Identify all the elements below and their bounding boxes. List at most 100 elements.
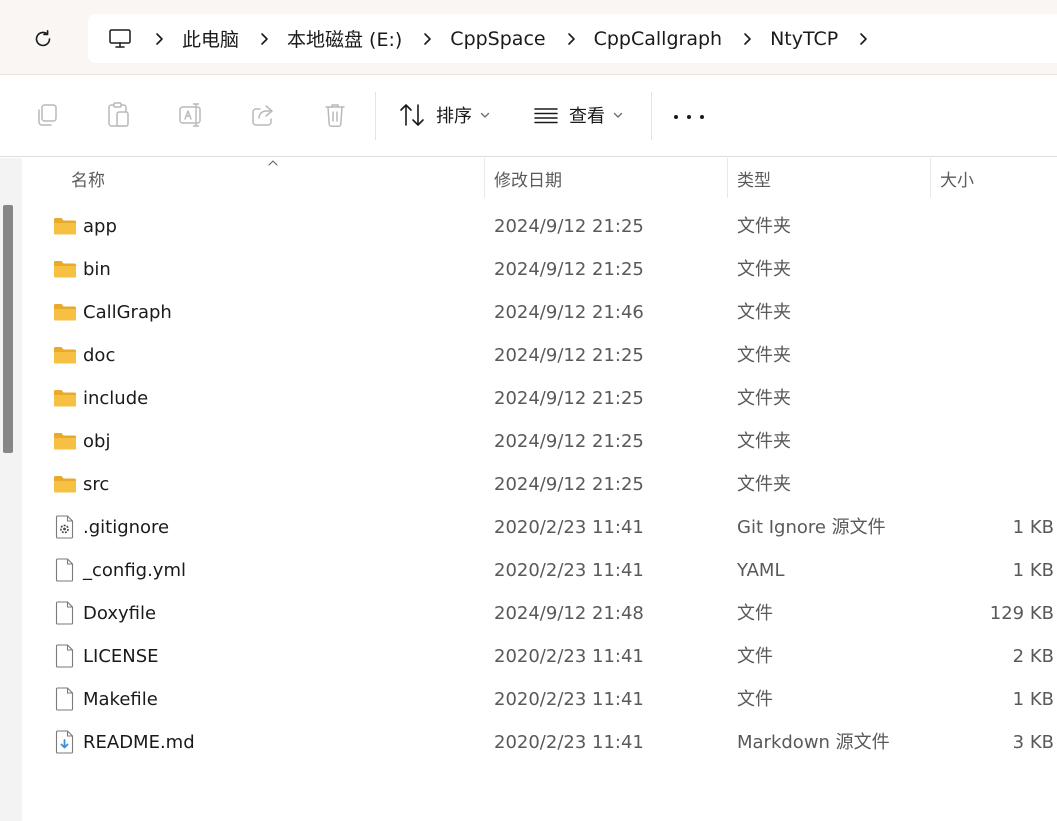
copy-button[interactable] (31, 99, 63, 131)
file-name: Makefile (83, 689, 158, 710)
file-name: CallGraph (83, 302, 172, 323)
file-type: Git Ignore 源文件 (737, 517, 886, 538)
file-modified-date: 2020/2/23 11:41 (494, 689, 644, 710)
file-row[interactable]: Makefile 2020/2/23 11:41 文件 1 KB (22, 678, 1057, 721)
sort-label: 排序 (436, 106, 472, 127)
file-row[interactable]: src 2024/9/12 21:25 文件夹 (22, 463, 1057, 506)
copy-icon (38, 104, 57, 126)
breadcrumb-item-local-disk[interactable]: 本地磁盘 (E:) (287, 25, 402, 52)
command-bar: 排序 查看 (0, 75, 1057, 157)
column-header-size[interactable]: 大小 (940, 158, 974, 198)
column-header-date[interactable]: 修改日期 (494, 158, 562, 198)
chevron-down-icon (480, 111, 490, 119)
file-row[interactable]: Doxyfile 2024/9/12 21:48 文件 129 KB (22, 592, 1057, 635)
file-modified-date: 2020/2/23 11:41 (494, 560, 644, 581)
breadcrumb-item-ntytcp[interactable]: NtyTCP (770, 28, 838, 50)
file-modified-date: 2024/9/12 21:25 (494, 474, 644, 495)
file-row[interactable]: bin 2024/9/12 21:25 文件夹 (22, 248, 1057, 291)
file-type: 文件 (737, 689, 773, 710)
file-row[interactable]: doc 2024/9/12 21:25 文件夹 (22, 334, 1057, 377)
sort-ascending-caret-icon (268, 160, 278, 166)
file-type: 文件夹 (737, 388, 791, 409)
file-name: .gitignore (83, 517, 170, 538)
file-row[interactable]: include 2024/9/12 21:25 文件夹 (22, 377, 1057, 420)
file-type: 文件 (737, 646, 773, 667)
file-icon (53, 644, 77, 668)
share-icon (252, 105, 273, 126)
paste-button[interactable] (103, 99, 135, 131)
rename-icon (179, 103, 201, 127)
breadcrumb-chevron-icon[interactable] (566, 32, 576, 46)
folder-icon (53, 214, 77, 238)
column-resize-handle[interactable] (930, 158, 931, 198)
file-row[interactable]: app 2024/9/12 21:25 文件夹 (22, 205, 1057, 248)
chevron-down-icon (613, 111, 623, 119)
column-resize-handle[interactable] (484, 158, 485, 198)
file-modified-date: 2024/9/12 21:25 (494, 259, 644, 280)
file-icon (53, 558, 77, 582)
breadcrumb-chevron-icon[interactable] (742, 32, 752, 46)
file-type: 文件夹 (737, 345, 791, 366)
view-list-icon (534, 108, 558, 124)
address-bar-region: 此电脑 本地磁盘 (E:) CppSpace CppCallgraph NtyT… (0, 0, 1057, 75)
column-resize-handle[interactable] (727, 158, 728, 198)
breadcrumb-item-cppcallgraph[interactable]: CppCallgraph (594, 28, 722, 50)
toolbar-divider (651, 92, 652, 140)
file-row[interactable]: .gitignore 2020/2/23 11:41 Git Ignore 源文件 1… (22, 506, 1057, 549)
file-name: README.md (83, 732, 195, 753)
file-name: Doxyfile (83, 603, 157, 624)
folder-icon (53, 300, 77, 324)
paste-icon (108, 102, 129, 127)
view-label: 查看 (569, 106, 605, 127)
file-icon (53, 601, 77, 625)
share-button[interactable] (247, 99, 279, 131)
file-row[interactable]: README.md 2020/2/23 11:41 Markdown 源文件 3 KB (22, 721, 1057, 764)
folder-icon (53, 429, 77, 453)
rename-button[interactable] (175, 99, 207, 131)
file-modified-date: 2024/9/12 21:46 (494, 302, 644, 323)
file-type: 文件夹 (737, 259, 791, 280)
file-modified-date: 2020/2/23 11:41 (494, 646, 644, 667)
file-type: 文件 (737, 603, 773, 624)
file-modified-date: 2024/9/12 21:25 (494, 345, 644, 366)
breadcrumb-item-cppspace[interactable]: CppSpace (450, 28, 545, 50)
markdown-file-icon (53, 730, 77, 754)
file-name: src (83, 474, 110, 495)
vertical-scrollbar-thumb[interactable] (3, 205, 13, 453)
file-size: 1 KB (1012, 517, 1054, 538)
breadcrumb[interactable]: 此电脑 本地磁盘 (E:) CppSpace CppCallgraph NtyT… (88, 14, 1057, 63)
folder-icon (53, 257, 77, 281)
file-name: obj (83, 431, 111, 452)
this-pc-icon[interactable] (108, 28, 132, 50)
file-icon (53, 687, 77, 711)
column-header-type[interactable]: 类型 (737, 158, 771, 198)
file-modified-date: 2024/9/12 21:25 (494, 216, 644, 237)
more-dot-icon (674, 115, 678, 119)
file-row[interactable]: obj 2024/9/12 21:25 文件夹 (22, 420, 1057, 463)
sort-icon (400, 104, 424, 126)
delete-button[interactable] (319, 99, 351, 131)
breadcrumb-chevron-icon[interactable] (422, 32, 432, 46)
breadcrumb-chevron-icon[interactable] (154, 32, 164, 46)
file-type: 文件夹 (737, 474, 791, 495)
breadcrumb-chevron-icon[interactable] (858, 32, 868, 46)
file-size: 129 KB (989, 603, 1054, 624)
column-header-name[interactable]: 名称 (71, 158, 105, 198)
folder-icon (53, 472, 77, 496)
refresh-button[interactable] (28, 24, 58, 54)
view-button[interactable]: 查看 (533, 97, 623, 133)
file-size: 1 KB (1012, 560, 1054, 581)
file-modified-date: 2024/9/12 21:48 (494, 603, 644, 624)
file-row[interactable]: LICENSE 2020/2/23 11:41 文件 2 KB (22, 635, 1057, 678)
file-type: YAML (737, 560, 785, 581)
more-dot-icon (700, 115, 704, 119)
folder-icon (53, 386, 77, 410)
breadcrumb-chevron-icon[interactable] (259, 32, 269, 46)
file-modified-date: 2020/2/23 11:41 (494, 517, 644, 538)
file-row[interactable]: CallGraph 2024/9/12 21:46 文件夹 (22, 291, 1057, 334)
more-options-button[interactable] (674, 105, 704, 129)
file-size: 3 KB (1012, 732, 1054, 753)
breadcrumb-item-this-pc[interactable]: 此电脑 (182, 25, 239, 52)
sort-button[interactable]: 排序 (398, 97, 490, 133)
file-row[interactable]: _config.yml 2020/2/23 11:41 YAML 1 KB (22, 549, 1057, 592)
